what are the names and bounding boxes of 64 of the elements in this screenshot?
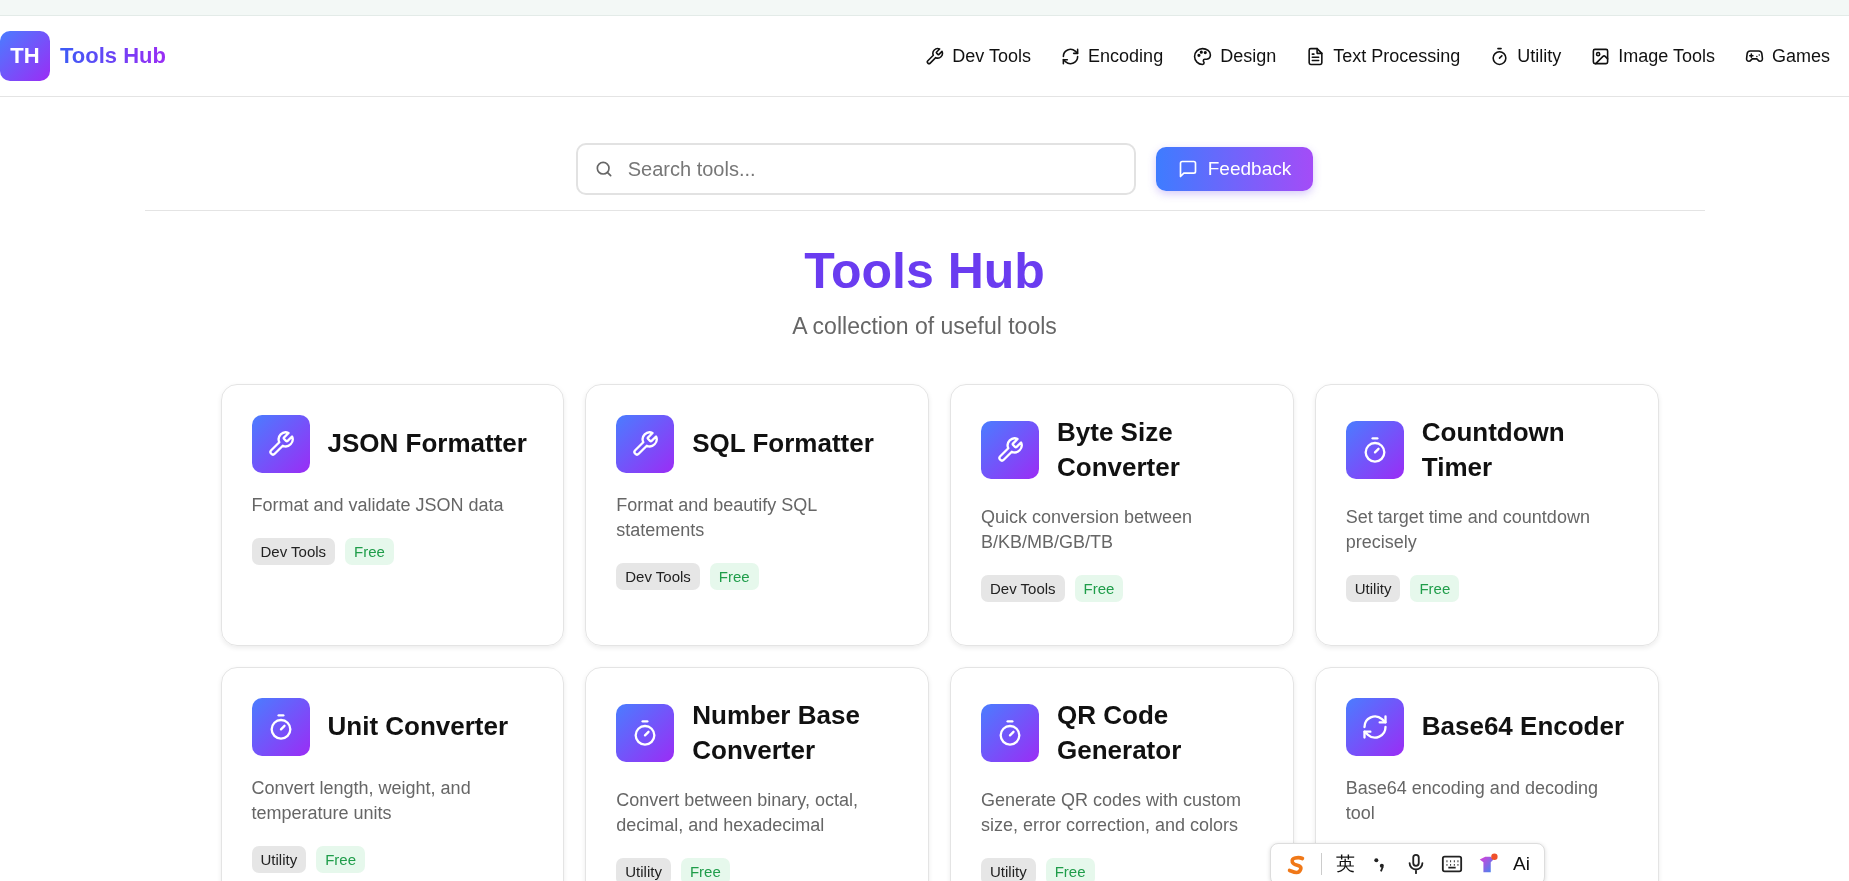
tool-description: Convert length, weight, and temperature units bbox=[251, 776, 472, 825]
tool-description: Generate QR codes with custom size, error correction, and colors bbox=[981, 788, 1243, 837]
nav-link[interactable]: Image Tools bbox=[1591, 45, 1715, 67]
tool-description: Base64 encoding and decoding tool bbox=[1345, 776, 1599, 825]
document-icon bbox=[1306, 46, 1326, 66]
tool-name: Byte Size Converter bbox=[1057, 415, 1181, 484]
tool-name: Base64 Encoder bbox=[1421, 709, 1625, 743]
nav-link[interactable]: Games bbox=[1744, 45, 1830, 67]
nav-link[interactable]: Design bbox=[1193, 45, 1277, 67]
wrench-icon bbox=[925, 46, 945, 66]
price-tag: Free bbox=[316, 845, 365, 873]
ime-language-toggle[interactable]: 英 bbox=[1336, 851, 1355, 877]
page-subtitle: A collection of useful tools bbox=[791, 312, 1058, 340]
category-tag: Utility bbox=[981, 858, 1036, 881]
logo-badge[interactable]: TH bbox=[0, 31, 50, 81]
tool-description: Quick conversion between B/KB/MB/GB/TB bbox=[981, 505, 1194, 554]
tool-card[interactable]: SQL Formatter Format and beautify SQL statements Dev Tools Free bbox=[585, 383, 929, 646]
wrench-icon bbox=[266, 429, 295, 458]
tool-description: Convert between binary, octal, decimal, and hexadecimal bbox=[616, 788, 860, 837]
nav-link[interactable]: Dev Tools bbox=[925, 45, 1032, 67]
tool-card[interactable]: JSON Formatter Format and validate JSON data Dev Tools Free bbox=[220, 383, 565, 646]
tool-card[interactable]: Number Base Converter Convert between binary, octal, decimal, and hexadecimal Utility Free bbox=[585, 666, 929, 881]
category-tag: Utility bbox=[616, 858, 671, 881]
wrench-icon bbox=[996, 435, 1024, 464]
tool-card[interactable]: Countdown Timer Set target time and countdown precisely Utility Free bbox=[1314, 383, 1659, 646]
tool-name: Number Base Converter bbox=[692, 698, 861, 767]
tool-description: Format and beautify SQL statements bbox=[616, 493, 818, 542]
search-field[interactable]: Search tools... bbox=[575, 143, 1136, 195]
ime-logo-icon[interactable] bbox=[1285, 853, 1307, 875]
category-tag: Dev Tools bbox=[981, 575, 1065, 603]
tool-description: Format and validate JSON data bbox=[251, 493, 505, 517]
wrench-icon bbox=[631, 429, 660, 458]
nav-link[interactable]: Text Processing bbox=[1306, 45, 1461, 67]
stopwatch-icon bbox=[1490, 46, 1510, 66]
tool-name: JSON Formatter bbox=[327, 426, 527, 460]
price-tag: Free bbox=[1045, 858, 1095, 881]
image-icon bbox=[1591, 46, 1611, 66]
price-tag: Free bbox=[709, 562, 759, 590]
category-tag: Dev Tools bbox=[616, 562, 700, 590]
ai-button[interactable]: Ai bbox=[1513, 853, 1530, 875]
tool-card[interactable]: Unit Converter Convert length, weight, and temperature units Utility Free bbox=[220, 666, 565, 881]
tool-description: Set target time and countdown precisely bbox=[1345, 505, 1591, 554]
price-tag: Free bbox=[1074, 575, 1124, 603]
refresh-icon bbox=[1061, 46, 1081, 66]
tool-name: Unit Converter bbox=[327, 709, 509, 743]
tool-name: Countdown Timer bbox=[1421, 415, 1566, 484]
chat-bubble-icon bbox=[1177, 159, 1198, 179]
tool-name: SQL Formatter bbox=[692, 426, 874, 460]
price-tag: Free bbox=[345, 537, 394, 565]
feedback-button[interactable]: Feedback bbox=[1155, 147, 1314, 191]
price-tag: Free bbox=[680, 858, 730, 881]
category-tag: Utility bbox=[251, 845, 307, 873]
category-tag: Dev Tools bbox=[251, 537, 336, 565]
price-tag: Free bbox=[1410, 575, 1460, 603]
keyboard-icon[interactable] bbox=[1441, 853, 1463, 875]
tool-card[interactable]: Byte Size Converter Quick conversion between B/KB/MB/GB/TB Dev Tools Free bbox=[950, 383, 1294, 646]
category-tag: Utility bbox=[1345, 575, 1401, 603]
skin-icon[interactable] bbox=[1477, 853, 1499, 875]
refresh-icon bbox=[1360, 712, 1389, 741]
palette-icon bbox=[1193, 46, 1213, 66]
page-title: Tools Hub bbox=[803, 243, 1046, 301]
nav-link[interactable]: Encoding bbox=[1061, 45, 1164, 67]
tool-name: QR Code Generator bbox=[1057, 698, 1183, 767]
nav-link[interactable]: Utility bbox=[1490, 45, 1562, 67]
